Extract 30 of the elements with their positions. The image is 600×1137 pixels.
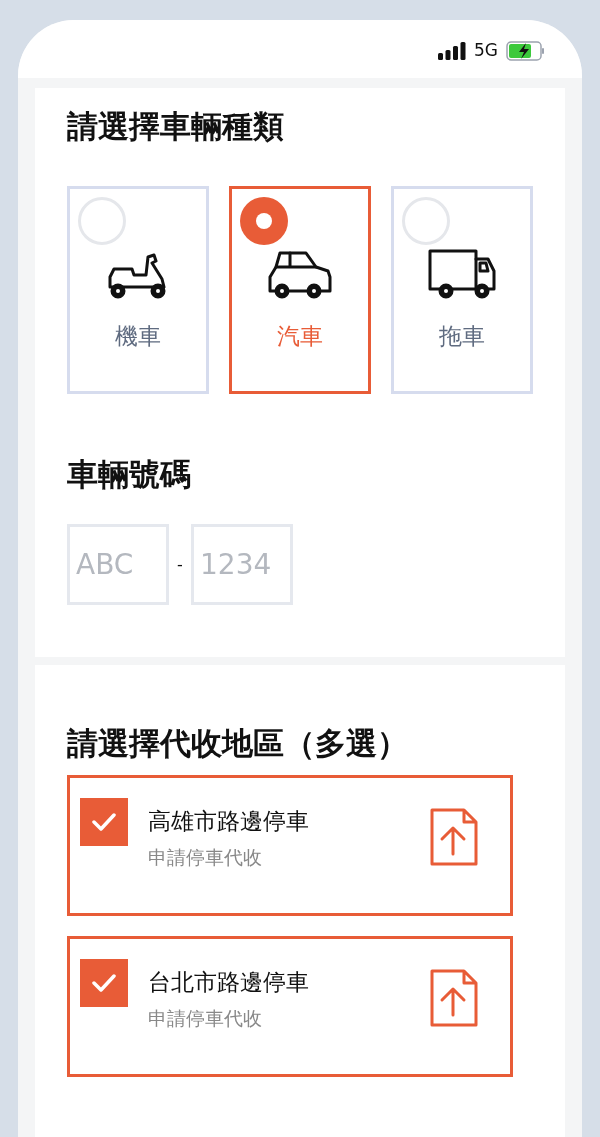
vehicle-option[interactable]: 拖車 (391, 186, 533, 394)
signal-icon (438, 42, 466, 60)
area-subtitle: 申請停車代收 (148, 1006, 263, 1031)
battery-icon (506, 41, 546, 61)
checkbox[interactable] (80, 959, 128, 1007)
radio-button[interactable] (78, 197, 126, 245)
vehicle-label: 汽車 (277, 322, 323, 351)
vehicle-option[interactable]: 機車 (67, 186, 209, 394)
vehicle-option[interactable]: 汽車 (229, 186, 371, 394)
file-upload-icon[interactable] (430, 808, 478, 866)
plate-separator: - (176, 553, 184, 576)
plate-letters-field[interactable]: ABC (67, 524, 169, 605)
area-title: 高雄市路邊停車 (148, 807, 310, 836)
section-title: 請選擇代收地區（多選） (67, 724, 409, 763)
vehicle-label: 機車 (115, 322, 161, 351)
section-title: 車輛號碼 (67, 455, 192, 494)
area-option[interactable]: 台北市路邊停車 申請停車代收 (67, 936, 513, 1077)
radio-button[interactable] (402, 197, 450, 245)
plate-number-field[interactable]: 1234 (191, 524, 293, 605)
checkbox[interactable] (80, 798, 128, 846)
area-option[interactable]: 高雄市路邊停車 申請停車代收 (67, 775, 513, 916)
check-icon (92, 813, 116, 831)
check-icon (92, 974, 116, 992)
vehicle-label: 拖車 (439, 322, 485, 351)
section-title: 請選擇車輛種類 (67, 107, 285, 146)
file-upload-icon[interactable] (430, 969, 478, 1027)
radio-button[interactable] (240, 197, 288, 245)
area-subtitle: 申請停車代收 (148, 845, 263, 870)
area-title: 台北市路邊停車 (148, 968, 310, 997)
network-label: 5G (474, 39, 498, 63)
